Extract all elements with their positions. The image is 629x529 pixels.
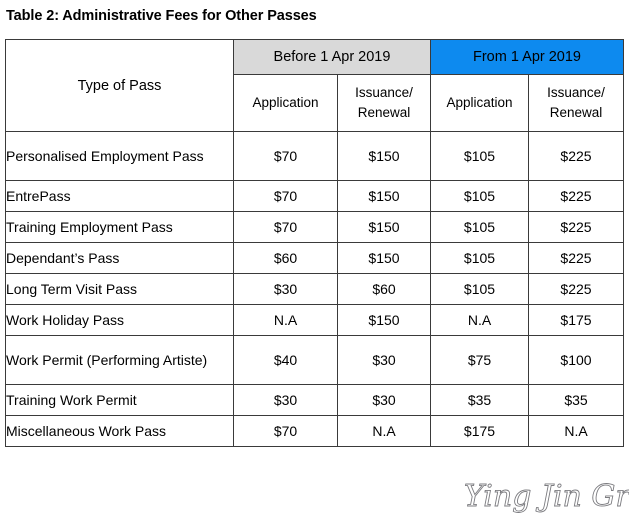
- table-row: Work Holiday Pass N.A $150 N.A $175: [5, 304, 624, 336]
- cell-before-application: $30: [233, 384, 338, 416]
- cell-from-application: $75: [430, 335, 529, 385]
- cell-from-application: $105: [430, 180, 529, 212]
- header-type-of-pass: Type of Pass: [5, 39, 234, 132]
- cell-before-application: $60: [233, 242, 338, 274]
- table-row: Dependant’s Pass $60 $150 $105 $225: [5, 242, 624, 274]
- cell-before-application: $70: [233, 180, 338, 212]
- cell-from-issuance-renewal: $225: [528, 131, 624, 181]
- cell-before-issuance-renewal: $60: [337, 273, 431, 305]
- cell-from-issuance-renewal: $225: [528, 180, 624, 212]
- cell-from-issuance-renewal: $35: [528, 384, 624, 416]
- table-row: Long Term Visit Pass $30 $60 $105 $225: [5, 273, 624, 305]
- header-before-issuance-line1: Issuance/: [355, 85, 413, 100]
- cell-pass-name: Miscellaneous Work Pass: [5, 415, 234, 447]
- cell-from-application: $105: [430, 211, 529, 243]
- cell-from-application: $105: [430, 273, 529, 305]
- header-group-from: From 1 Apr 2019: [430, 39, 624, 75]
- cell-before-issuance-renewal: $30: [337, 335, 431, 385]
- header-from-application: Application: [430, 74, 529, 132]
- table-caption: Table 2: Administrative Fees for Other P…: [6, 8, 317, 24]
- cell-from-application: $105: [430, 242, 529, 274]
- cell-pass-name: Personalised Employment Pass: [5, 131, 234, 181]
- cell-pass-name: Long Term Visit Pass: [5, 273, 234, 305]
- header-before-application: Application: [233, 74, 338, 132]
- header-from-issuance-line1: Issuance/: [547, 85, 605, 100]
- cell-before-issuance-renewal: $150: [337, 242, 431, 274]
- administrative-fees-table: Type of Pass Before 1 Apr 2019 From 1 Ap…: [5, 39, 624, 447]
- cell-before-issuance-renewal: $150: [337, 131, 431, 181]
- cell-from-issuance-renewal: $225: [528, 242, 624, 274]
- table-row: Training Work Permit $30 $30 $35 $35: [5, 384, 624, 416]
- cell-before-application: N.A: [233, 304, 338, 336]
- table-header: Type of Pass Before 1 Apr 2019 From 1 Ap…: [5, 39, 624, 132]
- cell-pass-name: Work Permit (Performing Artiste): [5, 335, 234, 385]
- cell-pass-name: Work Holiday Pass: [5, 304, 234, 336]
- cell-before-issuance-renewal: $30: [337, 384, 431, 416]
- cell-from-issuance-renewal: N.A: [528, 415, 624, 447]
- header-from-application-line1: Application: [446, 95, 513, 110]
- table-row: Training Employment Pass $70 $150 $105 $…: [5, 211, 624, 243]
- cell-pass-name: Dependant’s Pass: [5, 242, 234, 274]
- cell-before-application: $70: [233, 131, 338, 181]
- cell-before-issuance-renewal: $150: [337, 304, 431, 336]
- header-before-issuance-renewal: Issuance/ Renewal: [337, 74, 431, 132]
- cell-from-application: $105: [430, 131, 529, 181]
- header-from-issuance-line2: Renewal: [549, 105, 603, 120]
- header-row-groups: Type of Pass Before 1 Apr 2019 From 1 Ap…: [5, 39, 624, 132]
- cell-before-issuance-renewal: $150: [337, 180, 431, 212]
- cell-pass-name: Training Work Permit: [5, 384, 234, 416]
- header-before-issuance-line2: Renewal: [357, 105, 411, 120]
- cell-from-issuance-renewal: $225: [528, 211, 624, 243]
- cell-from-application: $35: [430, 384, 529, 416]
- document-page: Table 2: Administrative Fees for Other P…: [0, 0, 629, 529]
- cell-before-application: $30: [233, 273, 338, 305]
- cell-before-issuance-renewal: N.A: [337, 415, 431, 447]
- cell-before-application: $70: [233, 415, 338, 447]
- table-row: Personalised Employment Pass $70 $150 $1…: [5, 131, 624, 181]
- table-row: Miscellaneous Work Pass $70 N.A $175 N.A: [5, 415, 624, 447]
- cell-from-application: N.A: [430, 304, 529, 336]
- cell-pass-name: Training Employment Pass: [5, 211, 234, 243]
- table-row: EntrePass $70 $150 $105 $225: [5, 180, 624, 212]
- watermark-text: Ying Jin Group: [464, 479, 629, 514]
- cell-before-issuance-renewal: $150: [337, 211, 431, 243]
- cell-before-application: $70: [233, 211, 338, 243]
- cell-from-issuance-renewal: $175: [528, 304, 624, 336]
- table-row: Work Permit (Performing Artiste) $40 $30…: [5, 335, 624, 385]
- cell-pass-name: EntrePass: [5, 180, 234, 212]
- header-before-application-line1: Application: [252, 95, 319, 110]
- cell-from-issuance-renewal: $100: [528, 335, 624, 385]
- cell-from-application: $175: [430, 415, 529, 447]
- cell-before-application: $40: [233, 335, 338, 385]
- header-from-issuance-renewal: Issuance/ Renewal: [528, 74, 624, 132]
- watermark-ying-jin-group: Ying Jin Group: [462, 474, 629, 520]
- header-group-before: Before 1 Apr 2019: [233, 39, 431, 75]
- cell-from-issuance-renewal: $225: [528, 273, 624, 305]
- table-body: Personalised Employment Pass $70 $150 $1…: [5, 131, 624, 447]
